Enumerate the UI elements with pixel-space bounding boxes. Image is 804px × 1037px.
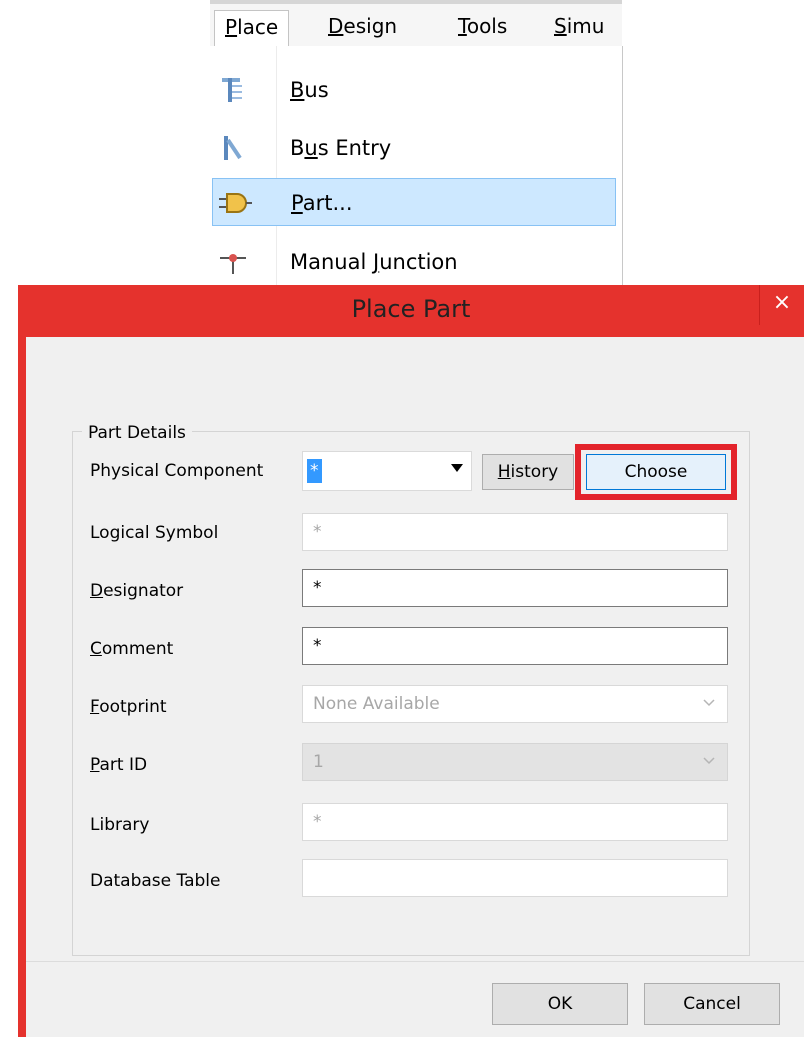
library-label: Library [90,815,150,835]
menubar-design[interactable]: Design [318,10,407,42]
part-icon [217,185,253,221]
designator-field[interactable]: * [302,569,728,607]
footprint-label: Footprint [90,697,167,717]
logical-symbol-label: Logical Symbol [90,523,219,543]
part-id-value: 1 [313,752,324,772]
choose-highlight-box [575,444,737,500]
junction-icon [216,244,252,280]
footprint-value: None Available [313,694,440,714]
menubar-tools[interactable]: Tools [448,10,517,42]
menu-item-part-label: Part... [291,191,353,215]
chevron-down-icon [703,699,715,707]
menu-item-part[interactable]: Part... [212,178,616,226]
footprint-dropdown: None Available [302,685,728,723]
dialog-title-bar[interactable]: Place Part × [18,285,804,337]
logical-symbol-field: * [302,513,728,551]
part-details-group-title: Part Details [82,423,192,443]
menu-item-manual-junction-label: Manual Junction [290,250,458,274]
close-button[interactable]: × [759,285,804,325]
menubar-simulate-mnemonic: S [554,14,567,38]
place-dropdown: Bus Bus Entry Part... Manual Junction [210,46,623,300]
physical-component-label: Physical Component [90,461,264,481]
place-menu-screenshot: Place Design Tools Simu Bus Bus Entry Pa… [210,0,623,300]
menu-item-bus[interactable]: Bus [212,66,616,114]
physical-component-value: * [307,459,322,483]
bus-entry-icon [216,130,252,166]
physical-component-combobox[interactable]: * [302,451,472,491]
menu-item-bus-entry[interactable]: Bus Entry [212,124,616,172]
part-id-label: Part ID [90,755,148,775]
comment-field[interactable]: * [302,627,728,665]
history-button[interactable]: History [482,454,574,490]
menubar-place-label: lace [237,15,279,39]
library-field: * [302,803,728,841]
part-id-dropdown: 1 [302,743,728,781]
menubar-tools-label: ools [466,14,508,38]
dialog-body: Part Details Physical Component * Histor… [26,337,804,1037]
designator-label: Designator [90,581,184,601]
menubar-simulate-label: imu [566,14,605,38]
menubar-design-label: esign [343,14,398,38]
menubar-place[interactable]: Place [214,10,290,47]
menu-item-bus-label: Bus [290,78,329,102]
menubar-design-mnemonic: D [328,14,344,38]
chevron-down-icon [703,757,715,765]
database-table-label: Database Table [90,871,221,891]
ok-button[interactable]: OK [492,983,628,1025]
menubar-place-mnemonic: P [225,15,238,39]
menu-item-bus-entry-label: Bus Entry [290,136,392,160]
dropdown-arrow-icon[interactable] [451,464,463,472]
menubar-simulate[interactable]: Simu [544,10,614,42]
close-icon: × [772,290,792,315]
place-part-dialog: Place Part × Part Details Physical Compo… [18,285,804,1037]
comment-label: Comment [90,639,174,659]
database-table-field [302,859,728,897]
footer-divider [26,961,804,962]
menubar-tools-mnemonic: T [458,14,467,38]
menubar: Place Design Tools Simu [210,4,622,47]
cancel-button[interactable]: Cancel [644,983,780,1025]
bus-icon [216,72,252,108]
menu-item-manual-junction[interactable]: Manual Junction [212,238,616,286]
dialog-title: Place Part [351,295,471,323]
